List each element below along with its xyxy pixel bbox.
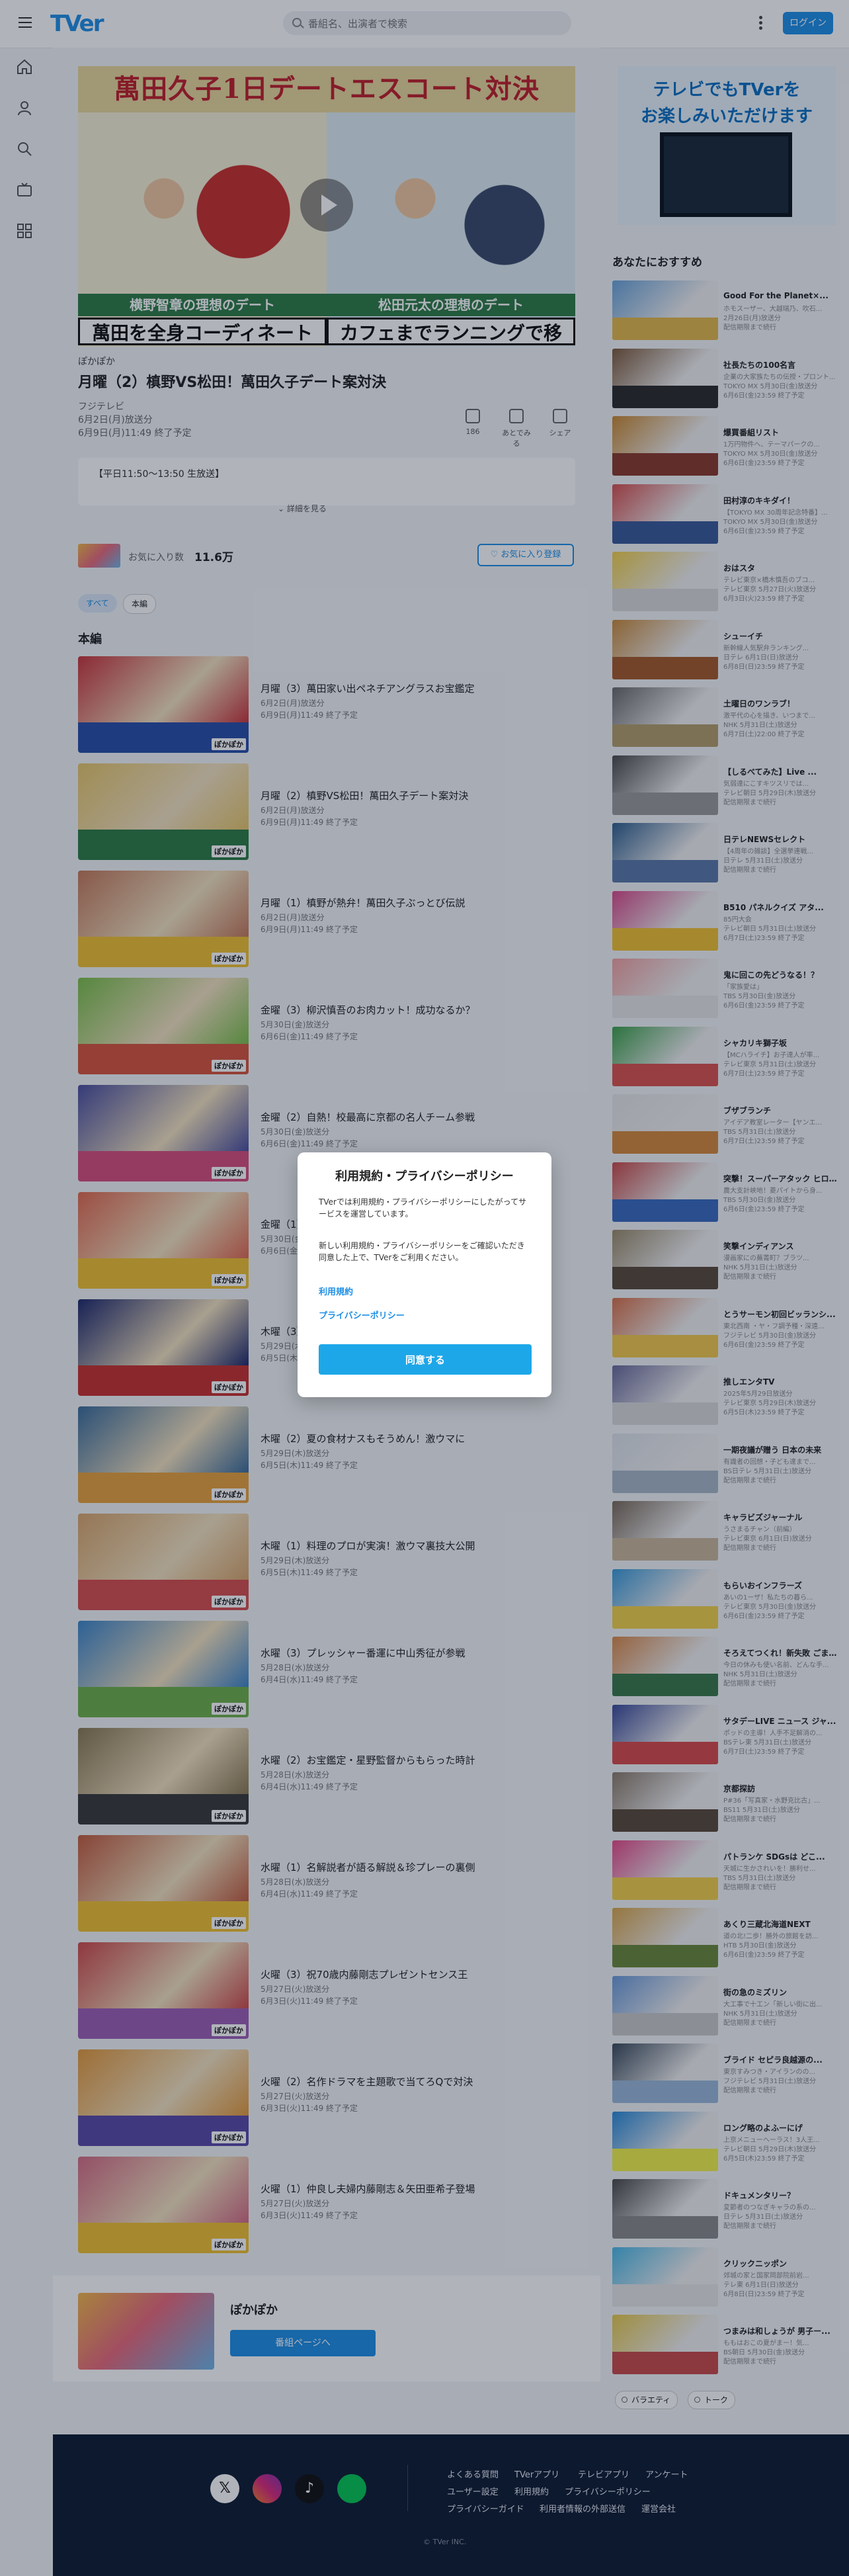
terms-modal: 利用規約・プライバシーポリシー TVerでは利用規約・プライバシーポリシーにした… [298,1152,551,1397]
agree-button[interactable]: 同意する [319,1344,532,1375]
privacy-link[interactable]: プライバシーポリシー [319,1309,405,1321]
modal-text-2: 新しい利用規約・プライバシーポリシーをご確認いただき同意した上で、TVerをご利… [319,1241,525,1262]
modal-text-1: TVerでは利用規約・プライバシーポリシーにしたがってサービスを運営しています。 [319,1197,527,1219]
modal-title: 利用規約・プライバシーポリシー [335,1170,514,1183]
terms-link[interactable]: 利用規約 [319,1285,353,1297]
